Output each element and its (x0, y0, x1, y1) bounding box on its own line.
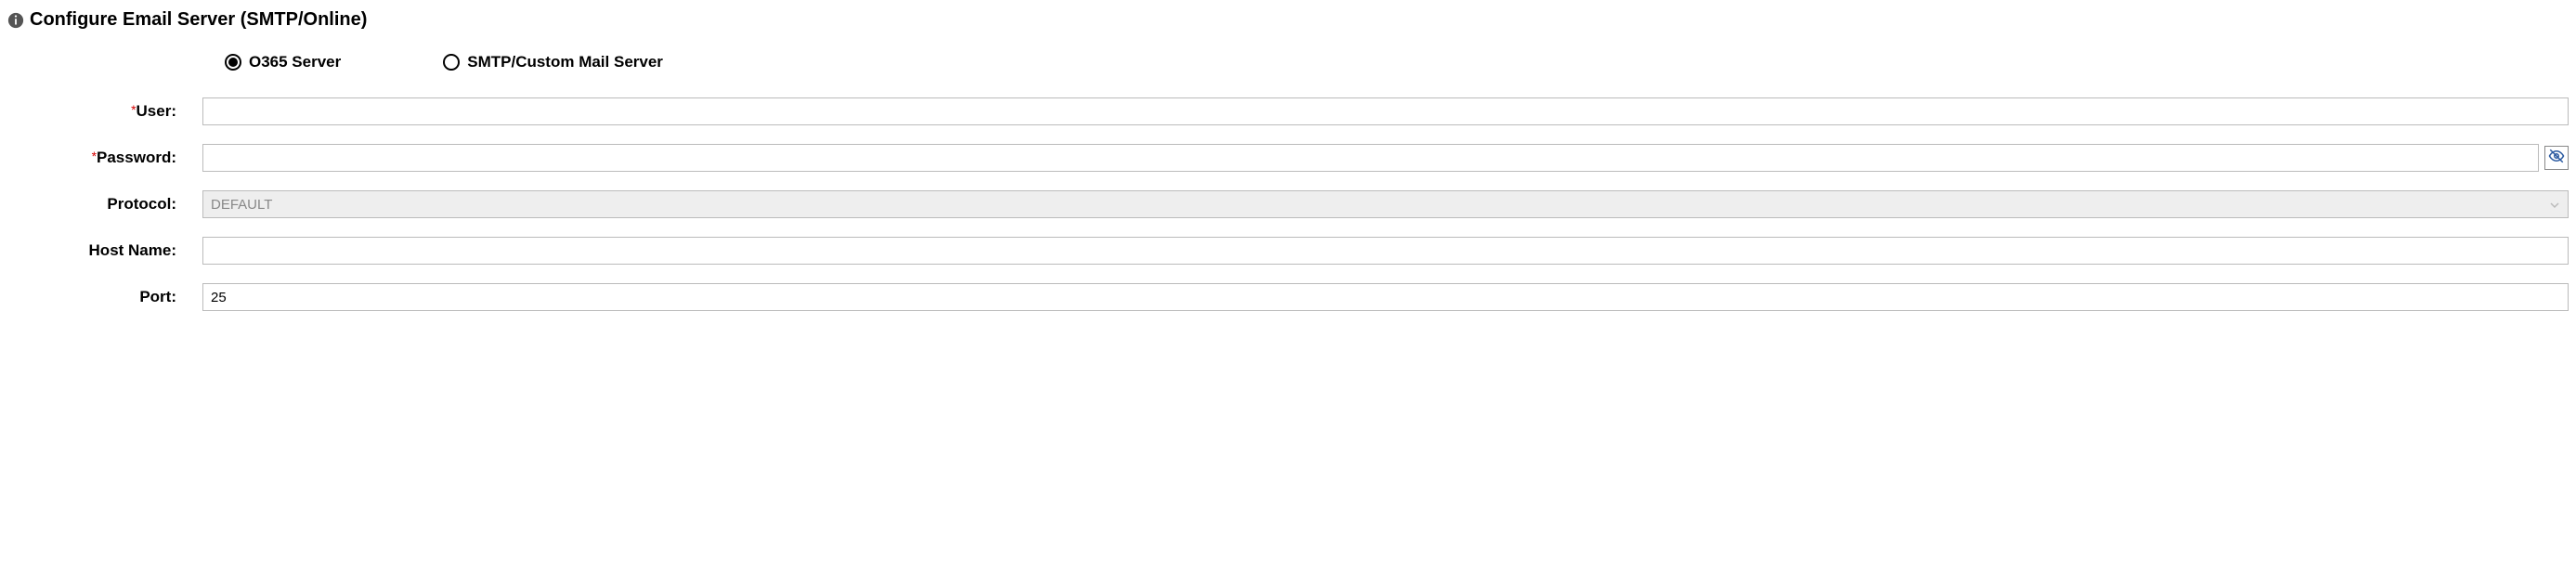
row-port: Port: (7, 283, 2569, 311)
info-icon (7, 12, 24, 29)
radio-smtp-label: SMTP/Custom Mail Server (467, 53, 663, 71)
row-host-name: Host Name: (7, 237, 2569, 265)
row-user: *User: (7, 97, 2569, 125)
port-input[interactable] (202, 283, 2569, 311)
radio-o365-server[interactable]: O365 Server (225, 53, 341, 71)
eye-slash-icon (2548, 148, 2565, 169)
toggle-password-visibility-button[interactable] (2544, 146, 2569, 170)
host-name-input[interactable] (202, 237, 2569, 265)
password-input[interactable] (202, 144, 2539, 172)
label-protocol: Protocol: (7, 195, 202, 214)
label-user: *User: (7, 102, 202, 121)
label-password: *Password: (7, 149, 202, 167)
protocol-select[interactable]: DEFAULT (202, 190, 2569, 218)
section-header: Configure Email Server (SMTP/Online) (7, 9, 2569, 31)
radio-selected-icon (225, 54, 241, 71)
chevron-down-icon (2549, 199, 2560, 210)
row-password: *Password: (7, 144, 2569, 172)
radio-smtp-custom[interactable]: SMTP/Custom Mail Server (443, 53, 663, 71)
radio-unselected-icon (443, 54, 460, 71)
radio-o365-label: O365 Server (249, 53, 341, 71)
server-type-radiogroup: O365 Server SMTP/Custom Mail Server (225, 53, 2569, 71)
label-port: Port: (7, 288, 202, 306)
label-host-name: Host Name: (7, 241, 202, 260)
section-title: Configure Email Server (SMTP/Online) (30, 9, 367, 31)
row-protocol: Protocol: DEFAULT (7, 190, 2569, 218)
protocol-value: DEFAULT (211, 197, 272, 213)
user-input[interactable] (202, 97, 2569, 125)
